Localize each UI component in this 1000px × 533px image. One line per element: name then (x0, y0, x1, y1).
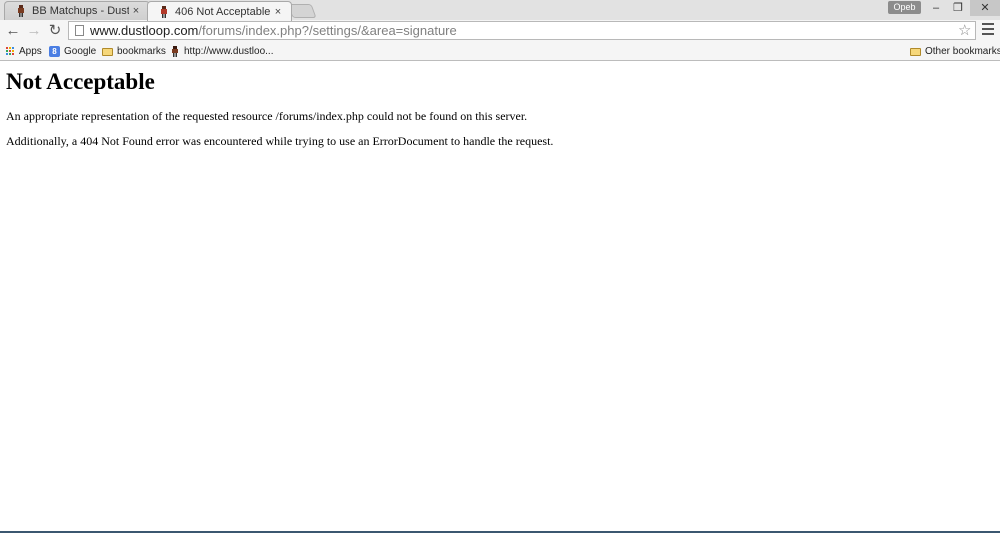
url-host: www.dustloop.com (90, 23, 199, 38)
tab-bb-matchups[interactable]: BB Matchups - Dustloop F × (4, 1, 150, 20)
address-bar[interactable]: www.dustloop.com/forums/index.php?/setti… (68, 21, 976, 40)
bookmark-google[interactable]: 8 Google (49, 44, 96, 58)
back-button[interactable]: ← (4, 22, 22, 40)
bookmark-apps[interactable]: Apps (6, 44, 42, 58)
google-icon: 8 (49, 45, 60, 57)
bookmark-dustloop[interactable]: http://www.dustloo... (170, 44, 274, 58)
tab-strip: BB Matchups - Dustloop F × 406 Not Accep… (0, 0, 1000, 21)
character-favicon-icon (172, 45, 178, 57)
bookmark-star-icon[interactable]: ☆ (958, 21, 971, 39)
minimize-icon[interactable]: – (924, 0, 948, 16)
page-content: Not Acceptable An appropriate representa… (0, 61, 1000, 531)
tab-title: 406 Not Acceptable (175, 5, 271, 18)
reload-button[interactable]: ↻ (46, 22, 64, 40)
menu-icon[interactable] (982, 23, 994, 38)
bookmark-folder-bookmarks[interactable]: bookmarks (102, 44, 166, 58)
character-favicon-icon (161, 5, 167, 18)
forward-button[interactable]: → (25, 22, 43, 40)
bookmark-label: Apps (19, 45, 42, 57)
tab-title: BB Matchups - Dustloop F (32, 5, 129, 17)
tab-406-not-acceptable[interactable]: 406 Not Acceptable × (147, 1, 292, 21)
tab-close-icon[interactable]: × (129, 5, 143, 17)
error-message: An appropriate representation of the req… (6, 109, 528, 123)
bookmark-label: bookmarks (117, 45, 166, 57)
bookmark-label: Google (64, 45, 97, 57)
browser-toolbar: ← → ↻ www.dustloop.com/forums/index.php?… (0, 20, 1000, 42)
error-detail: Additionally, a 404 Not Found error was … (6, 134, 554, 148)
other-bookmarks-label: Other bookmarks (925, 45, 1000, 57)
bookmarks-bar: Apps 8 Google bookmarks http://www.dustl… (0, 42, 1000, 61)
close-window-icon[interactable]: ✕ (970, 0, 1000, 16)
page-title: Not Acceptable (6, 69, 155, 94)
url-path: /forums/index.php?/settings/&area=signat… (198, 23, 457, 38)
folder-icon (910, 48, 921, 56)
other-bookmarks[interactable]: Other bookmarks (910, 44, 1000, 58)
bookmark-label: http://www.dustloo... (184, 45, 274, 57)
apps-grid-icon (6, 46, 15, 56)
tab-close-icon[interactable]: × (271, 6, 285, 18)
folder-icon (102, 48, 113, 56)
restore-icon[interactable]: ❐ (946, 0, 970, 16)
character-favicon-icon (18, 5, 24, 17)
profile-badge[interactable]: Opeb (888, 1, 921, 14)
page-icon (75, 25, 84, 36)
